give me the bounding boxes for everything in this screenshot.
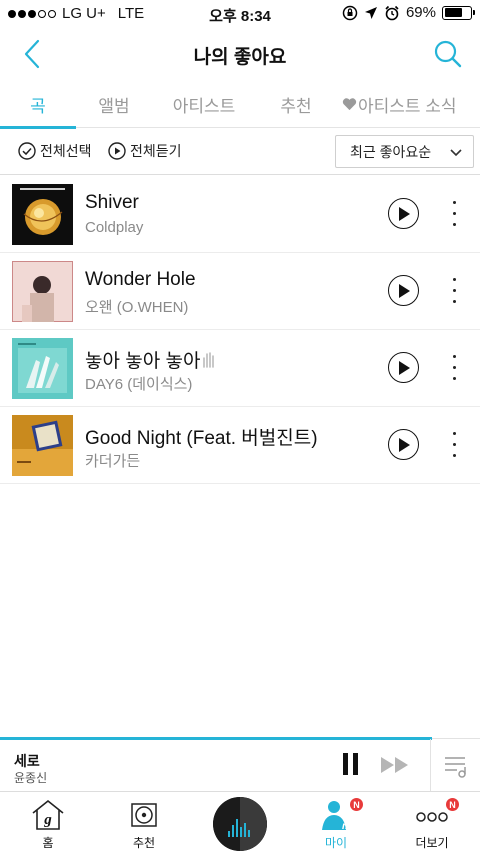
tab-albums[interactable]: 앨범 xyxy=(76,80,152,128)
nav-label: 추천 xyxy=(132,836,156,850)
album-art xyxy=(12,184,73,245)
album-art xyxy=(12,338,73,399)
play-button[interactable] xyxy=(388,352,419,383)
search-button[interactable] xyxy=(430,36,466,72)
tab-artist-news[interactable]: 아티스트 소식 xyxy=(336,80,480,128)
tab-songs[interactable]: 곡 xyxy=(0,80,76,129)
signal-strength-icon xyxy=(8,9,56,18)
battery-percent: 69% xyxy=(405,4,436,21)
tab-recommend[interactable]: 추천 xyxy=(256,80,336,128)
more-options-icon[interactable] xyxy=(444,275,464,306)
play-button[interactable] xyxy=(388,429,419,460)
svg-text:g: g xyxy=(43,812,52,828)
my-profile-icon: my xyxy=(318,798,354,832)
play-icon xyxy=(398,206,410,221)
chevron-down-icon xyxy=(450,149,462,157)
tab-label: 곡 xyxy=(30,96,46,116)
now-playing-artist: 윤종신 xyxy=(14,771,48,785)
mini-player[interactable]: 세로 윤종신 xyxy=(0,737,480,792)
list-item[interactable]: Wonder Hole 오왠 (O.WHEN) xyxy=(0,253,480,330)
album-art xyxy=(12,261,73,322)
song-artist: 오왠 (O.WHEN) xyxy=(85,299,189,316)
song-artist: Coldplay xyxy=(85,219,144,236)
play-circle-icon xyxy=(108,142,126,160)
play-all-label: 전체듣기 xyxy=(130,143,182,159)
location-arrow-icon xyxy=(364,6,377,19)
status-right: 69% xyxy=(342,4,475,21)
playlist-icon xyxy=(444,756,466,778)
song-list: Shiver Coldplay Wonder Hole 오왠 (O.WHEN) xyxy=(0,176,480,484)
tab-label: 아티스트 소식 xyxy=(358,96,457,116)
chevron-left-icon xyxy=(24,39,40,69)
tab-bar: 곡 앨범 아티스트 추천 아티스트 소식 xyxy=(0,80,480,129)
play-icon xyxy=(398,283,410,298)
play-button[interactable] xyxy=(388,275,419,306)
nav-recommend[interactable]: 추천 xyxy=(104,792,184,854)
select-all-label: 전체선택 xyxy=(40,143,92,159)
more-options-icon[interactable] xyxy=(444,429,464,460)
song-artist: DAY6 (데이식스) xyxy=(85,376,193,393)
list-item[interactable]: Good Night (Feat. 버벌진트) 카더가든 xyxy=(0,407,480,484)
now-playing-disc[interactable] xyxy=(213,797,267,851)
home-icon: g xyxy=(30,798,66,832)
list-toolbar: 전체선택 전체듣기 최근 좋아요순 xyxy=(0,129,480,175)
more-dots-icon xyxy=(414,798,450,832)
song-title: Wonder Hole xyxy=(85,269,196,290)
heart-icon xyxy=(342,98,357,111)
tab-label: 앨범 xyxy=(98,96,130,116)
sort-label: 최근 좋아요순 xyxy=(350,143,432,160)
play-icon xyxy=(398,360,410,375)
check-circle-icon xyxy=(18,142,36,160)
tab-artists[interactable]: 아티스트 xyxy=(152,80,256,128)
svg-text:my: my xyxy=(342,821,354,832)
playback-progress-bar[interactable] xyxy=(0,737,432,740)
page-title: 나의 좋아요 xyxy=(193,47,287,68)
new-badge: N xyxy=(350,798,363,811)
status-bar: LG U+ LTE 오후 8:34 69% xyxy=(0,0,480,28)
more-options-icon[interactable] xyxy=(444,352,464,383)
battery-icon xyxy=(442,5,475,20)
bottom-nav: g 홈 추천 my N 마이 N 더보기 xyxy=(0,791,480,854)
back-button[interactable] xyxy=(14,36,50,72)
play-button[interactable] xyxy=(388,198,419,229)
now-playing-title: 세로 xyxy=(14,753,40,769)
new-badge: N xyxy=(446,798,459,811)
playlist-queue-button[interactable] xyxy=(430,739,480,792)
alarm-icon xyxy=(385,5,399,20)
fast-forward-icon[interactable] xyxy=(380,755,410,775)
nav-my[interactable]: my N 마이 xyxy=(296,792,376,854)
song-title: Good Night (Feat. 버벌진트) xyxy=(85,428,318,449)
song-title: 놓아 놓아 놓아 xyxy=(85,351,201,372)
album-art xyxy=(12,415,73,476)
nav-more[interactable]: N 더보기 xyxy=(392,792,472,854)
rotation-lock-icon xyxy=(342,5,358,20)
select-all-button[interactable]: 전체선택 xyxy=(18,141,92,161)
list-item[interactable]: 놓아 놓아 놓아 DAY6 (데이식스) xyxy=(0,330,480,407)
status-left: LG U+ LTE xyxy=(8,5,144,22)
sign-language-icon xyxy=(203,352,214,368)
tab-label: 아티스트 xyxy=(172,96,236,116)
list-item[interactable]: Shiver Coldplay xyxy=(0,176,480,253)
network-label: LTE xyxy=(117,5,145,22)
song-artist: 카더가든 xyxy=(85,453,141,470)
more-options-icon[interactable] xyxy=(444,198,464,229)
play-all-button[interactable]: 전체듣기 xyxy=(108,141,182,161)
play-icon xyxy=(398,437,410,452)
nav-label: 마이 xyxy=(324,836,348,850)
nav-label: 홈 xyxy=(42,836,54,850)
header: 나의 좋아요 xyxy=(0,28,480,80)
nav-home[interactable]: g 홈 xyxy=(8,792,88,854)
sort-dropdown[interactable]: 최근 좋아요순 xyxy=(335,135,474,168)
song-title: Shiver xyxy=(85,192,139,213)
tab-label: 추천 xyxy=(280,96,312,116)
pause-button[interactable] xyxy=(337,753,363,779)
recommend-disc-icon xyxy=(126,798,162,832)
carrier-label: LG U+ xyxy=(62,5,106,22)
search-icon xyxy=(434,40,462,68)
nav-label: 더보기 xyxy=(415,836,449,850)
